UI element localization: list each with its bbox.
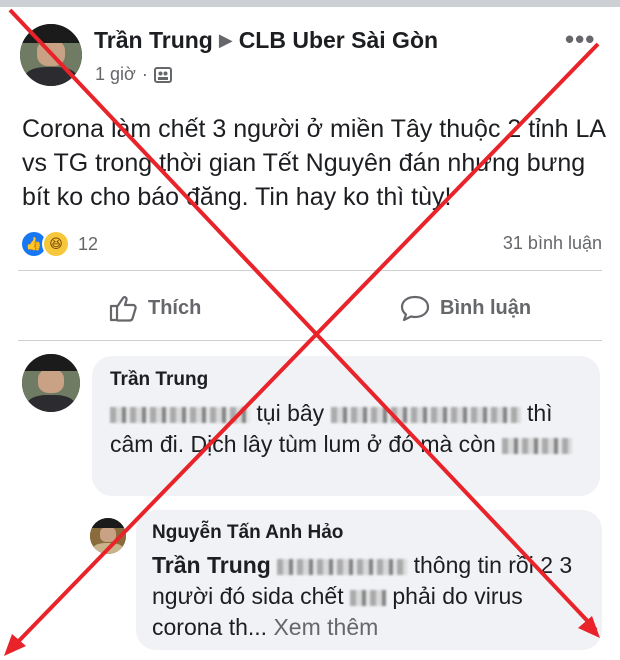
reply-bubble: Nguyễn Tấn Anh Hảo Trần Trung thông tin … bbox=[136, 510, 602, 650]
replier-name[interactable]: Nguyễn Tấn Anh Hảo bbox=[152, 522, 343, 544]
top-border bbox=[0, 0, 620, 7]
thumbs-up-icon bbox=[109, 296, 137, 322]
blurred-text bbox=[349, 589, 386, 606]
mention-link[interactable]: Trần Trung bbox=[152, 552, 271, 578]
comment-label: Bình luận bbox=[440, 296, 532, 319]
blurred-text bbox=[110, 406, 250, 423]
divider bbox=[18, 340, 602, 341]
comment-button[interactable]: Bình luận bbox=[400, 294, 531, 322]
blurred-text bbox=[502, 437, 573, 454]
haha-reaction-icon: 😆 bbox=[42, 230, 70, 258]
author-avatar[interactable] bbox=[20, 24, 82, 86]
reaction-count: 12 bbox=[78, 233, 99, 254]
post-time[interactable]: 1 giờ bbox=[95, 64, 136, 85]
comment-text: tụi bây thì câm đi. Dịch lây tùm lum ở đ… bbox=[110, 398, 590, 460]
reply-text: Trần Trung thông tin rồi 2 3 người đó si… bbox=[152, 552, 573, 640]
reply-avatar[interactable] bbox=[90, 518, 126, 554]
more-options-button[interactable]: ••• bbox=[565, 24, 595, 55]
comment-count[interactable]: 31 bình luận bbox=[503, 233, 602, 254]
post-header: Trần Trung ▶ CLB Uber Sài Gòn bbox=[94, 27, 438, 54]
post-text: Corona làm chết 3 người ở miền Tây thuộc… bbox=[22, 115, 605, 211]
post-meta: 1 giờ · bbox=[95, 64, 172, 85]
commenter-name[interactable]: Trần Trung bbox=[110, 369, 208, 391]
blurred-text bbox=[277, 558, 408, 575]
reaction-summary[interactable]: 👍 😆 12 bbox=[20, 230, 98, 258]
see-more-link[interactable]: Xem thêm bbox=[273, 614, 378, 640]
speech-bubble-icon bbox=[400, 295, 430, 322]
author-name[interactable]: Trần Trung bbox=[94, 27, 213, 53]
like-label: Thích bbox=[148, 296, 202, 319]
commenter-avatar[interactable] bbox=[22, 354, 80, 412]
blurred-text bbox=[330, 406, 521, 423]
divider bbox=[18, 270, 602, 271]
group-name[interactable]: CLB Uber Sài Gòn bbox=[239, 27, 438, 53]
like-button[interactable]: Thích bbox=[108, 294, 201, 322]
group-audience-icon bbox=[153, 66, 172, 83]
arrow-right-icon: ▶ bbox=[218, 30, 233, 50]
comment-bubble: Trần Trung tụi bây thì câm đi. Dịch lây … bbox=[92, 356, 600, 496]
